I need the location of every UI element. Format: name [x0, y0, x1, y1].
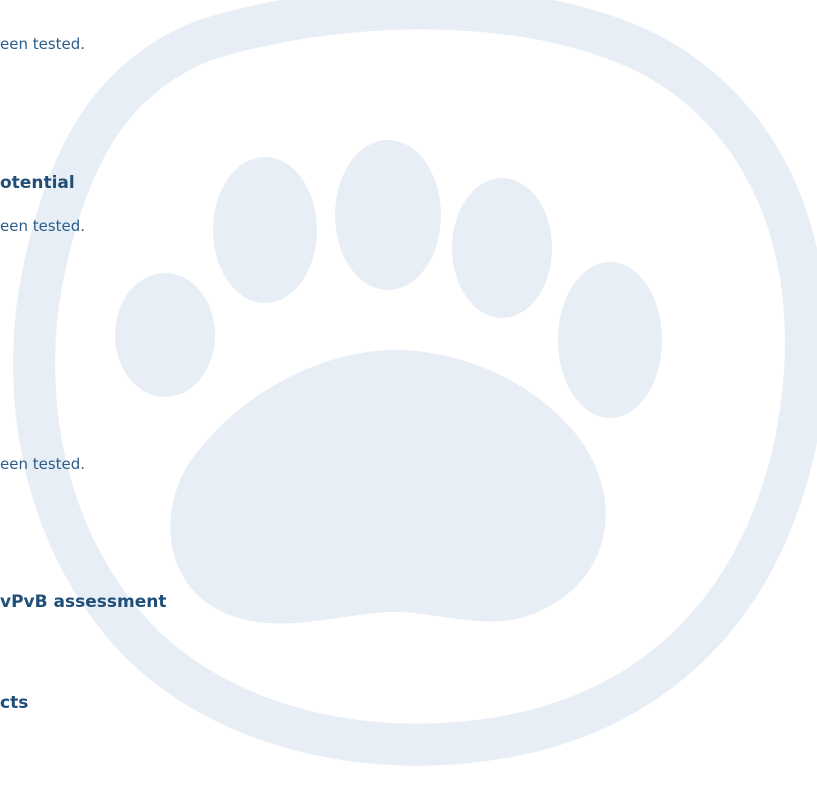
section-heading-3: cts [0, 693, 29, 713]
text-line-3: een tested. [0, 455, 86, 473]
section-heading-2: vPvB assessment [0, 592, 167, 612]
text-line-1: een tested. [0, 35, 86, 53]
paw-print-icon [13, 0, 817, 766]
section-heading-1: otential [0, 173, 75, 193]
text-line-2: een tested. [0, 217, 86, 235]
